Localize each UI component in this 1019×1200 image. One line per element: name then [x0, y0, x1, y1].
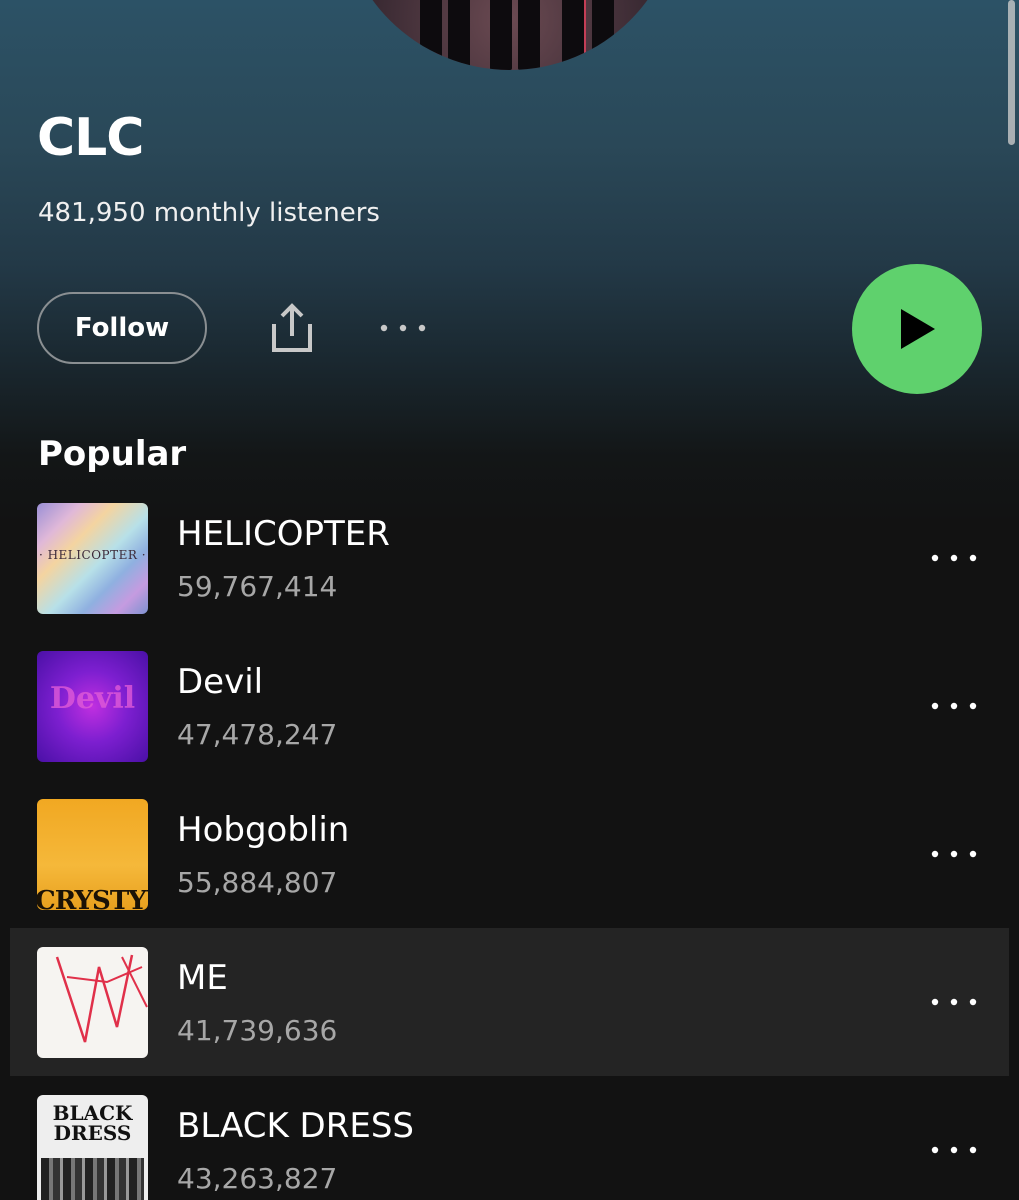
album-art-text: · HELICOPTER ·	[38, 548, 147, 562]
album-art-text: BLACK DRESS	[52, 1101, 133, 1145]
play-icon	[901, 309, 935, 349]
album-art-text: Devil	[49, 681, 136, 716]
track-row[interactable]: BLACK DRESS BLACK DRESS 43,263,827	[0, 1076, 1019, 1200]
album-art-photo	[41, 1158, 144, 1200]
track-row[interactable]: Devil Devil 47,478,247	[0, 632, 1019, 780]
track-row[interactable]: ME 41,739,636	[0, 928, 1019, 1076]
album-art: · HELICOPTER ·	[37, 503, 148, 614]
track-plays: 41,739,636	[177, 1014, 338, 1047]
more-options-icon[interactable]	[378, 318, 428, 338]
album-art-graphic	[55, 954, 148, 1043]
track-title: BLACK DRESS	[177, 1106, 415, 1146]
artist-name: CLC	[37, 108, 144, 168]
more-options-icon[interactable]	[930, 551, 978, 565]
more-options-icon[interactable]	[930, 1143, 978, 1157]
follow-button[interactable]: Follow	[37, 292, 207, 364]
track-plays: 59,767,414	[177, 570, 338, 603]
popular-heading: Popular	[38, 434, 187, 474]
artist-page: CLC 481,950 monthly listeners Follow Pop…	[0, 0, 1019, 1200]
artist-photo	[340, 0, 680, 70]
play-button[interactable]	[852, 264, 982, 394]
scrollbar[interactable]	[1008, 0, 1015, 145]
track-title: Devil	[177, 662, 264, 702]
track-title: ME	[177, 958, 228, 998]
share-icon[interactable]	[266, 300, 318, 356]
track-plays: 47,478,247	[177, 718, 338, 751]
album-art	[37, 947, 148, 1058]
track-plays: 55,884,807	[177, 866, 338, 899]
album-art-text: CRYSTYLE	[37, 886, 148, 910]
album-art: Devil	[37, 651, 148, 762]
row-highlight	[10, 928, 1009, 1076]
track-row[interactable]: CRYSTYLE Hobgoblin 55,884,807	[0, 780, 1019, 928]
track-plays: 43,263,827	[177, 1162, 338, 1195]
more-options-icon[interactable]	[930, 699, 978, 713]
more-options-icon[interactable]	[930, 847, 978, 861]
track-row[interactable]: · HELICOPTER · HELICOPTER 59,767,414	[0, 484, 1019, 632]
more-options-icon[interactable]	[930, 995, 978, 1009]
track-title: HELICOPTER	[177, 514, 390, 554]
album-art: BLACK DRESS	[37, 1095, 148, 1200]
album-art: CRYSTYLE	[37, 799, 148, 910]
track-title: Hobgoblin	[177, 810, 350, 850]
monthly-listeners: 481,950 monthly listeners	[38, 198, 380, 228]
